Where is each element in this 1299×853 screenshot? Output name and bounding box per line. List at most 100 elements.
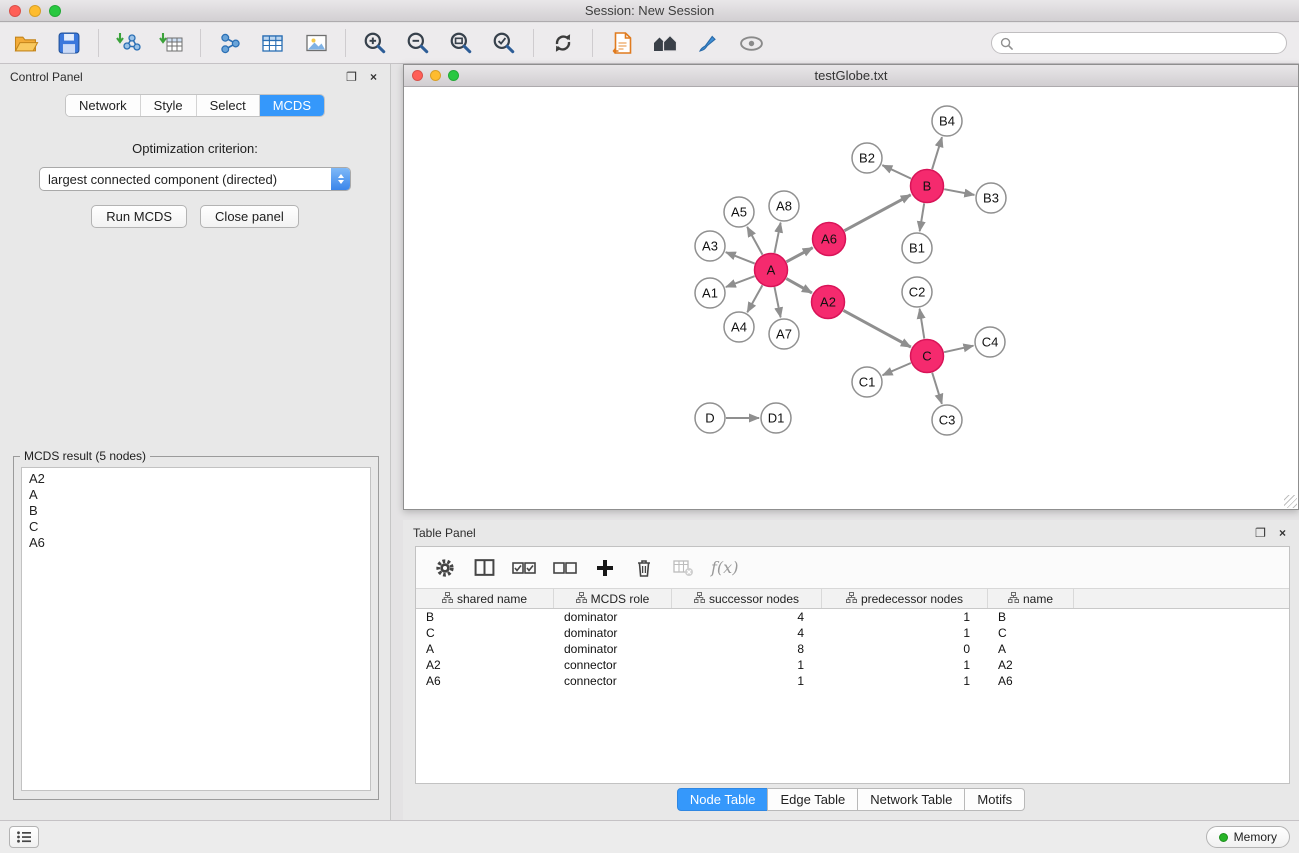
toolbar-separator [345,29,346,57]
graph-edge[interactable] [944,346,973,353]
resize-grip[interactable] [1284,495,1297,508]
import-table-icon[interactable] [157,29,185,57]
graph-edge[interactable] [932,373,942,404]
column-header[interactable]: successor nodes [672,589,822,608]
graph-edge[interactable] [726,276,755,287]
table-row[interactable]: Bdominator41B [416,609,1289,625]
eye-icon[interactable] [737,29,765,57]
close-table-panel-icon[interactable]: × [1276,527,1289,540]
column-header[interactable]: shared name [416,589,554,608]
graph-edge[interactable] [844,195,910,231]
graph-edge[interactable] [882,165,911,178]
minimize-window-button[interactable] [29,5,41,17]
column-type-icon [1008,592,1019,606]
graph-node-label: B1 [909,241,925,256]
graph-edge[interactable] [747,227,762,255]
node-table[interactable]: shared nameMCDS rolesuccessor nodesprede… [416,589,1289,783]
table-row[interactable]: A2connector11A2 [416,657,1289,673]
network-canvas[interactable]: AA2A6BCA1A3A4A5A7A8B1B2B3B4C1C2C3C4DD1 [404,87,1298,509]
table-row[interactable]: A6connector11A6 [416,673,1289,689]
save-icon[interactable] [55,29,83,57]
graph-edge[interactable] [786,248,812,262]
network-graph[interactable]: AA2A6BCA1A3A4A5A7A8B1B2B3B4C1C2C3C4DD1 [404,87,1298,508]
result-item: C [29,519,363,535]
table-row[interactable]: Cdominator41C [416,625,1289,641]
column-header[interactable]: predecessor nodes [822,589,988,608]
close-network-button[interactable] [412,70,423,81]
float-table-panel-icon[interactable]: ❐ [1254,527,1267,540]
close-panel-icon[interactable]: × [367,71,380,84]
tab-node-table[interactable]: Node Table [677,788,769,811]
tab-select[interactable]: Select [197,95,260,116]
tab-edge-table[interactable]: Edge Table [767,788,858,811]
graph-edge[interactable] [920,309,925,339]
tab-mcds[interactable]: MCDS [260,95,324,116]
search-box[interactable] [991,32,1287,54]
close-panel-button[interactable]: Close panel [200,205,299,228]
task-history-button[interactable] [9,826,39,848]
table-icon[interactable] [259,29,287,57]
settings-gear-icon[interactable] [434,556,456,580]
graph-node-label: A [767,263,776,278]
toolbar-separator [533,29,534,57]
mcds-result-list[interactable]: A2ABCA6 [21,467,371,791]
refresh-icon[interactable] [549,29,577,57]
image-export-icon[interactable] [302,29,330,57]
graph-node-label: A3 [702,239,718,254]
zoom-network-button[interactable] [448,70,459,81]
close-window-button[interactable] [9,5,21,17]
table-cell: 1 [822,658,988,672]
graph-edge[interactable] [726,252,755,263]
graph-edge[interactable] [944,189,974,195]
delete-icon[interactable] [633,556,655,580]
minimize-network-button[interactable] [430,70,441,81]
tab-network[interactable]: Network [66,95,141,116]
zoom-in-icon[interactable] [361,29,389,57]
graph-edge[interactable] [920,203,925,231]
table-row[interactable]: Adominator80A [416,641,1289,657]
tab-network-table[interactable]: Network Table [857,788,965,811]
zoom-selected-icon[interactable] [490,29,518,57]
search-icon [1000,37,1013,50]
graph-node-label: A7 [776,327,792,342]
graph-edge[interactable] [843,310,910,347]
graph-edge[interactable] [775,223,781,253]
select-all-icon[interactable] [512,556,536,580]
graph-edge[interactable] [932,137,942,169]
table-cell: A2 [988,658,1074,672]
graph-edge[interactable] [775,287,781,317]
result-item: A6 [29,535,363,551]
column-header[interactable]: MCDS role [554,589,672,608]
annotation-icon[interactable] [608,29,636,57]
table-cell: dominator [554,642,672,656]
column-header[interactable]: name [988,589,1074,608]
table-cell: B [416,610,554,624]
open-folder-icon[interactable] [12,29,40,57]
deselect-all-icon[interactable] [553,556,577,580]
optimization-dropdown[interactable]: largest connected component (directed) [39,167,351,191]
graph-edge[interactable] [883,363,911,375]
table-cell: C [416,626,554,640]
result-item: A2 [29,471,363,487]
graph-edge[interactable] [747,285,762,312]
graph-edge[interactable] [786,279,812,293]
network-icon[interactable] [216,29,244,57]
list-icon [16,830,32,844]
zoom-out-icon[interactable] [404,29,432,57]
run-mcds-button[interactable]: Run MCDS [91,205,187,228]
tab-motifs[interactable]: Motifs [964,788,1025,811]
function-builder-icon[interactable]: f(x) [711,556,738,580]
add-column-icon[interactable] [594,556,616,580]
zoom-fit-icon[interactable] [447,29,475,57]
zoom-window-button[interactable] [49,5,61,17]
import-network-icon[interactable] [114,29,142,57]
show-columns-icon[interactable] [473,556,495,580]
search-input[interactable] [1018,36,1278,50]
memory-button[interactable]: Memory [1206,826,1290,848]
delete-table-icon[interactable] [672,556,694,580]
float-panel-icon[interactable]: ❐ [345,71,358,84]
paint-icon[interactable] [694,29,722,57]
tab-style[interactable]: Style [141,95,197,116]
neighbors-icon[interactable] [651,29,679,57]
table-cell: 4 [672,626,822,640]
